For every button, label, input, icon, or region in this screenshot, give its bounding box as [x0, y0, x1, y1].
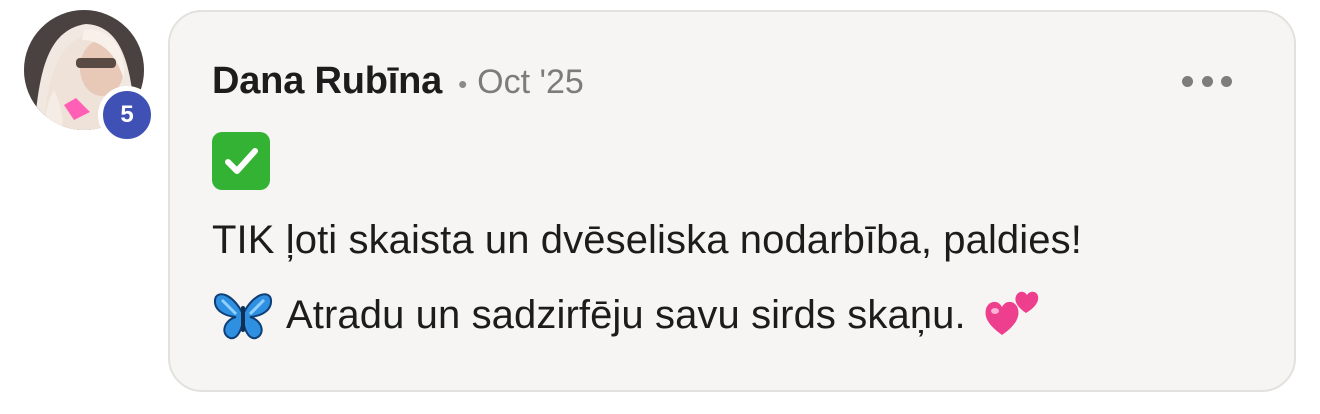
comment-text-line-1: TIK ļoti skaista un dvēseliska nodarbība…: [212, 218, 1082, 262]
comment-header: Dana Rubīna • Oct '25: [212, 60, 584, 103]
author-name[interactable]: Dana Rubīna: [212, 60, 442, 103]
comment-text-line-2-row: Atradu un sadzirfēju savu sirds skaņu.: [212, 288, 1044, 342]
more-dot-icon: [1201, 75, 1213, 87]
separator-dot: •: [458, 69, 468, 99]
comment-thread: 5 Dana Rubīna • Oct '25 TIK ļoti skaista…: [0, 0, 1320, 414]
comment-date[interactable]: Oct '25: [477, 63, 584, 102]
two-hearts-icon: [985, 291, 1038, 335]
level-badge: 5: [98, 86, 156, 144]
more-dot-icon: [1182, 75, 1193, 87]
comment-bubble: Dana Rubīna • Oct '25 TIK ļoti skaista u…: [168, 10, 1296, 392]
more-options-button[interactable]: [1182, 68, 1232, 94]
butterfly-icon: [213, 293, 273, 340]
check-mark-button-icon: [212, 132, 270, 190]
comment-text-line-2: Atradu un sadzirfēju savu sirds skaņu.: [286, 292, 966, 337]
more-dot-icon: [1221, 75, 1232, 87]
